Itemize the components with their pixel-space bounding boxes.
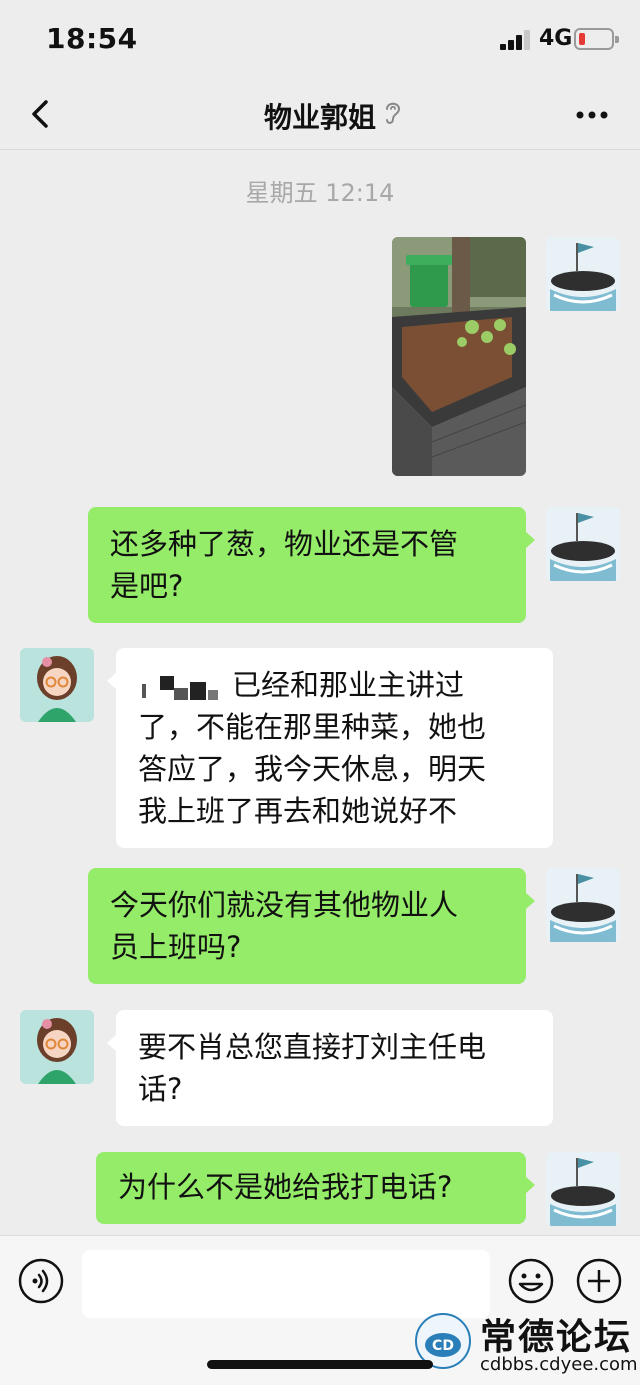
- contact-avatar[interactable]: [20, 648, 94, 722]
- redaction-mark: [138, 672, 226, 702]
- emoji-icon[interactable]: [508, 1258, 554, 1304]
- contact-avatar[interactable]: [20, 1010, 94, 1084]
- chat-timestamp: 星期五 12:14: [245, 179, 395, 207]
- message-line: 话?: [138, 1072, 183, 1106]
- chat-title: 物业郭姐: [263, 101, 376, 134]
- network-type: 4G: [539, 26, 573, 51]
- svg-text:CD: CD: [432, 1338, 454, 1354]
- home-indicator: [207, 1360, 433, 1369]
- status-bar: 18:54 4G: [0, 0, 640, 82]
- message-line: 还多种了葱，物业还是不管: [110, 527, 459, 561]
- photo-message[interactable]: [392, 237, 526, 476]
- message-bubble-sent[interactable]: 今天你们就没有其他物业人 员上班吗?: [88, 868, 535, 984]
- message-line: 我上班了再去和她说好不: [138, 794, 458, 828]
- message-line: 已经和那业主讲过: [138, 664, 531, 706]
- signal-icon: [500, 30, 534, 50]
- message-bubble-sent[interactable]: 为什么不是她给我打电话?: [96, 1152, 535, 1224]
- ear-icon: [386, 102, 401, 124]
- message-line: 答应了，我今天休息，明天: [138, 752, 487, 786]
- plus-icon[interactable]: [576, 1258, 622, 1304]
- my-avatar[interactable]: [546, 237, 620, 311]
- message-input[interactable]: [82, 1250, 490, 1318]
- watermark-url: cdbbs.cdyee.com: [480, 1354, 638, 1375]
- my-avatar[interactable]: [546, 868, 620, 942]
- message-bubble-received[interactable]: 要不肖总您直接打刘主任电 话?: [107, 1010, 553, 1126]
- message-line: 是吧?: [110, 569, 184, 603]
- message-line: 为什么不是她给我打电话?: [118, 1170, 453, 1204]
- my-avatar[interactable]: [546, 507, 620, 581]
- watermark-title: 常德论坛: [480, 1316, 633, 1358]
- message-line: 员上班吗?: [110, 930, 242, 964]
- voice-icon[interactable]: [18, 1258, 64, 1304]
- message-line: 要不肖总您直接打刘主任电: [138, 1030, 487, 1064]
- my-avatar[interactable]: [546, 1152, 620, 1226]
- message-bubble-received[interactable]: 已经和那业主讲过 了，不能在那里种菜，她也 答应了，我今天休息，明天 我上班了再…: [107, 648, 553, 848]
- ellipsis-icon[interactable]: [572, 100, 612, 130]
- battery-icon: [574, 28, 619, 50]
- nav-bar: 物业郭姐: [0, 82, 640, 150]
- planter-photo: [392, 237, 526, 476]
- message-line: 了，不能在那里种菜，她也: [138, 710, 487, 744]
- message-line: 今天你们就没有其他物业人: [110, 888, 459, 922]
- message-bubble-sent[interactable]: 还多种了葱，物业还是不管 是吧?: [88, 507, 535, 623]
- status-time: 18:54: [46, 22, 138, 55]
